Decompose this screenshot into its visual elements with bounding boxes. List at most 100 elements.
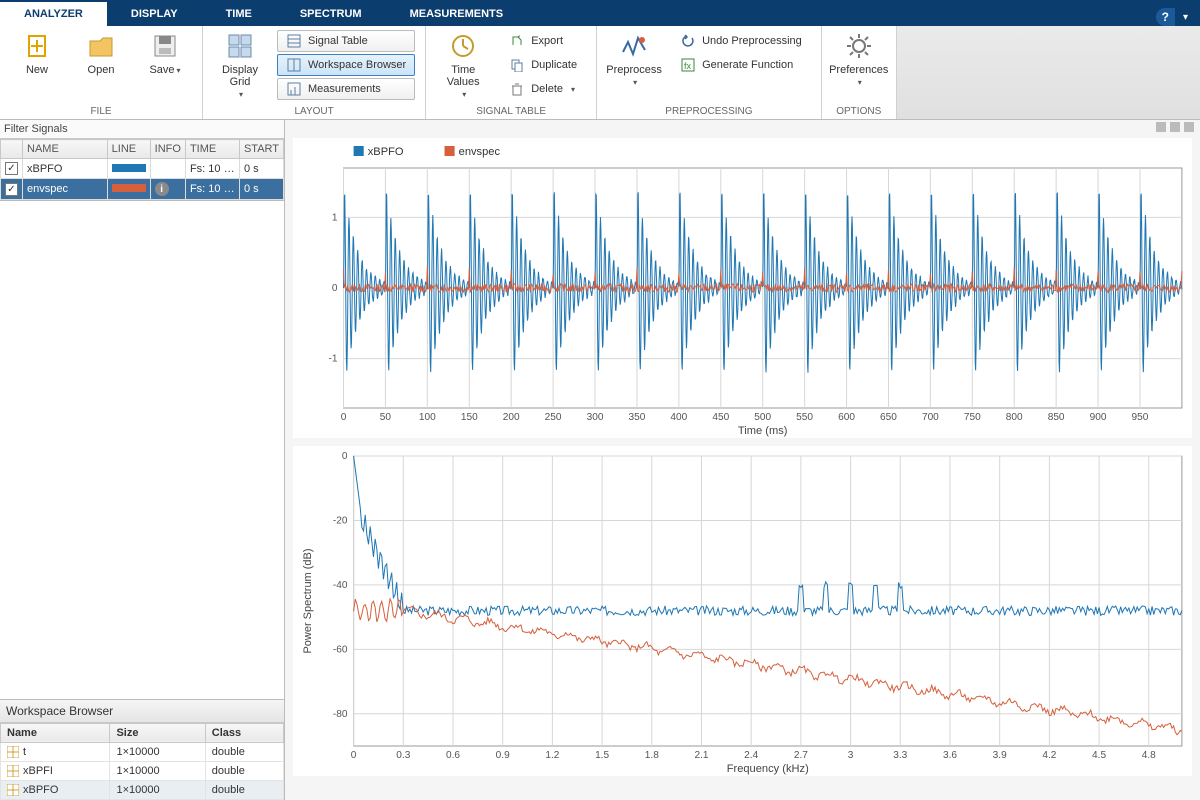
svg-text:0.6: 0.6 xyxy=(446,750,460,761)
undo-preprocessing-button[interactable]: Undo Preprocessing xyxy=(671,30,811,52)
svg-text:0: 0 xyxy=(342,451,348,462)
svg-text:1.2: 1.2 xyxy=(545,750,559,761)
svg-text:900: 900 xyxy=(1090,412,1107,423)
svg-text:3.6: 3.6 xyxy=(943,750,957,761)
gear-icon xyxy=(843,30,875,62)
line-color-swatch xyxy=(112,164,146,172)
spectrum-plot[interactable]: 00.30.60.91.21.51.82.12.42.733.33.63.94.… xyxy=(293,446,1192,776)
preprocess-button[interactable]: Preprocess▾ xyxy=(607,30,661,89)
svg-text:4.2: 4.2 xyxy=(1042,750,1056,761)
maximize-icon[interactable] xyxy=(1170,122,1180,132)
col-name[interactable]: NAME xyxy=(23,140,108,159)
variable-icon xyxy=(7,765,19,777)
svg-text:Time (ms): Time (ms) xyxy=(738,425,788,437)
col-start[interactable]: START xyxy=(239,140,283,159)
group-options-label: OPTIONS xyxy=(832,104,886,119)
filter-signals-input[interactable]: Filter Signals xyxy=(0,120,284,139)
new-button[interactable]: New xyxy=(10,30,64,76)
preferences-button[interactable]: Preferences▾ xyxy=(832,30,886,89)
svg-text:fx: fx xyxy=(684,61,692,71)
open-button[interactable]: Open xyxy=(74,30,128,76)
delete-button[interactable]: Delete▾ xyxy=(500,78,586,100)
workspace-row[interactable]: xBPFI1×10000double xyxy=(1,761,284,780)
workspace-title: Workspace Browser xyxy=(0,700,284,723)
ws-col-class[interactable]: Class xyxy=(205,723,283,742)
workspace-row[interactable]: t1×10000double xyxy=(1,742,284,761)
svg-text:600: 600 xyxy=(838,412,855,423)
col-info[interactable]: INFO xyxy=(150,140,185,159)
minimize-icon[interactable] xyxy=(1156,122,1166,132)
open-icon xyxy=(85,30,117,62)
export-icon xyxy=(509,33,525,49)
group-signaltable-label: SIGNAL TABLE xyxy=(436,104,586,119)
svg-text:750: 750 xyxy=(964,412,981,423)
undo-icon xyxy=(680,33,696,49)
tab-measurements[interactable]: MEASUREMENTS xyxy=(386,2,528,26)
svg-text:3: 3 xyxy=(848,750,854,761)
group-layout-label: LAYOUT xyxy=(213,104,415,119)
svg-text:100: 100 xyxy=(419,412,436,423)
save-icon xyxy=(149,30,181,62)
line-color-swatch xyxy=(112,184,146,192)
svg-text:1.8: 1.8 xyxy=(645,750,659,761)
svg-text:50: 50 xyxy=(380,412,392,423)
svg-text:200: 200 xyxy=(503,412,520,423)
time-plot[interactable]: 0501001502002503003504004505005506006507… xyxy=(293,138,1192,438)
duplicate-button[interactable]: Duplicate xyxy=(500,54,586,76)
workspace-browser: Workspace Browser Name Size Class t1×100… xyxy=(0,699,284,800)
signal-table-button[interactable]: Signal Table xyxy=(277,30,415,52)
tab-time[interactable]: TIME xyxy=(202,2,276,26)
svg-text:3.9: 3.9 xyxy=(993,750,1007,761)
display-grid-button[interactable]: Display Grid▾ xyxy=(213,30,267,101)
svg-text:xBPFO: xBPFO xyxy=(368,146,404,158)
time-values-icon xyxy=(447,30,479,62)
tab-analyzer[interactable]: ANALYZER xyxy=(0,2,107,26)
signal-row[interactable]: ✓xBPFOFs: 10 …0 s xyxy=(1,159,284,179)
table-icon xyxy=(286,33,302,49)
info-icon[interactable]: i xyxy=(155,182,169,196)
svg-text:2.7: 2.7 xyxy=(794,750,808,761)
svg-text:envspec: envspec xyxy=(459,146,501,158)
ws-col-size[interactable]: Size xyxy=(110,723,205,742)
ribbon: New Open Save▾ FILE Dis xyxy=(0,26,1200,120)
svg-text:1: 1 xyxy=(332,212,338,223)
signal-row[interactable]: ✓envspeciFs: 10 …0 s xyxy=(1,179,284,200)
ws-col-name[interactable]: Name xyxy=(1,723,110,742)
signal-checkbox[interactable]: ✓ xyxy=(5,183,18,196)
svg-text:400: 400 xyxy=(670,412,687,423)
close-icon[interactable] xyxy=(1184,122,1194,132)
svg-text:2.1: 2.1 xyxy=(694,750,708,761)
workspace-row[interactable]: xBPFO1×10000double xyxy=(1,780,284,799)
svg-text:-60: -60 xyxy=(333,644,348,655)
svg-text:550: 550 xyxy=(796,412,813,423)
measurements-icon xyxy=(286,81,302,97)
signal-start: 0 s xyxy=(239,179,283,200)
generate-function-button[interactable]: fx Generate Function xyxy=(671,54,811,76)
svg-text:700: 700 xyxy=(922,412,939,423)
tab-spectrum[interactable]: SPECTRUM xyxy=(276,2,386,26)
variable-icon xyxy=(7,784,19,796)
signal-time: Fs: 10 … xyxy=(185,159,239,179)
help-dropdown[interactable]: ▾ xyxy=(1179,12,1192,23)
help-button[interactable]: ? xyxy=(1156,8,1175,26)
svg-text:500: 500 xyxy=(754,412,771,423)
time-values-button[interactable]: Time Values▾ xyxy=(436,30,490,101)
workspace-browser-button[interactable]: Workspace Browser xyxy=(277,54,415,76)
col-time[interactable]: TIME xyxy=(185,140,239,159)
signal-checkbox[interactable]: ✓ xyxy=(5,162,18,175)
svg-text:450: 450 xyxy=(712,412,729,423)
signal-name: xBPFO xyxy=(23,159,108,179)
col-line[interactable]: LINE xyxy=(107,140,150,159)
new-icon xyxy=(21,30,53,62)
save-button[interactable]: Save▾ xyxy=(138,30,192,77)
svg-text:Power Spectrum (dB): Power Spectrum (dB) xyxy=(302,548,314,653)
svg-text:300: 300 xyxy=(587,412,604,423)
svg-text:0: 0 xyxy=(332,283,338,294)
measurements-button[interactable]: Measurements xyxy=(277,78,415,100)
export-button[interactable]: Export xyxy=(500,30,586,52)
tab-display[interactable]: DISPLAY xyxy=(107,2,202,26)
delete-icon xyxy=(509,81,525,97)
preprocess-icon xyxy=(618,30,650,62)
svg-text:-1: -1 xyxy=(328,354,337,365)
svg-text:4.5: 4.5 xyxy=(1092,750,1106,761)
